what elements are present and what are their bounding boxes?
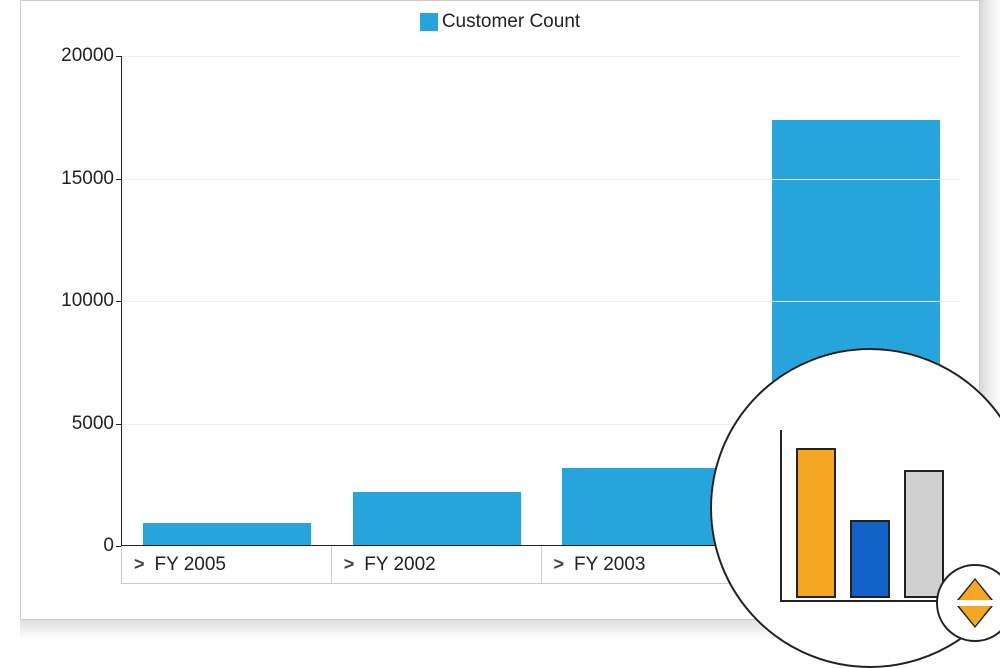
legend-swatch	[420, 13, 438, 31]
y-tick-label: 5000	[34, 413, 114, 435]
gridline	[122, 179, 961, 180]
x-axis-drilldown-button[interactable]: > FY 2002	[331, 546, 542, 584]
y-tickmark	[116, 424, 122, 425]
y-tick-label: 10000	[34, 290, 114, 312]
bar[interactable]	[353, 492, 521, 546]
chevron-right-icon: >	[134, 554, 145, 575]
y-tick-label: 0	[34, 535, 114, 557]
mini-bar-blue	[850, 520, 890, 598]
x-axis-label: FY 2002	[364, 554, 435, 576]
y-tickmark	[116, 301, 122, 302]
legend-label: Customer Count	[442, 11, 580, 32]
chevron-right-icon: >	[344, 554, 355, 575]
mini-y-axis	[780, 430, 782, 602]
gridline	[122, 56, 961, 57]
mini-bar-grey	[904, 470, 944, 598]
y-tickmark	[116, 56, 122, 57]
x-axis-drilldown-button[interactable]: > FY 2005	[121, 546, 332, 584]
gridline	[122, 301, 961, 302]
bar[interactable]	[562, 468, 730, 546]
bar[interactable]	[143, 523, 311, 546]
legend: Customer Count	[21, 11, 979, 33]
sort-down-icon	[959, 606, 991, 626]
mini-bar-chart-icon	[780, 430, 964, 602]
sort-up-icon	[959, 580, 991, 600]
sort-icon	[936, 564, 1000, 642]
y-tickmark	[116, 179, 122, 180]
chevron-right-icon: >	[554, 554, 565, 575]
mini-bar-orange	[796, 448, 836, 598]
x-axis-label: FY 2003	[574, 554, 645, 576]
x-axis-label: FY 2005	[155, 554, 226, 576]
y-tick-label: 20000	[34, 45, 114, 67]
y-tick-label: 15000	[34, 168, 114, 190]
